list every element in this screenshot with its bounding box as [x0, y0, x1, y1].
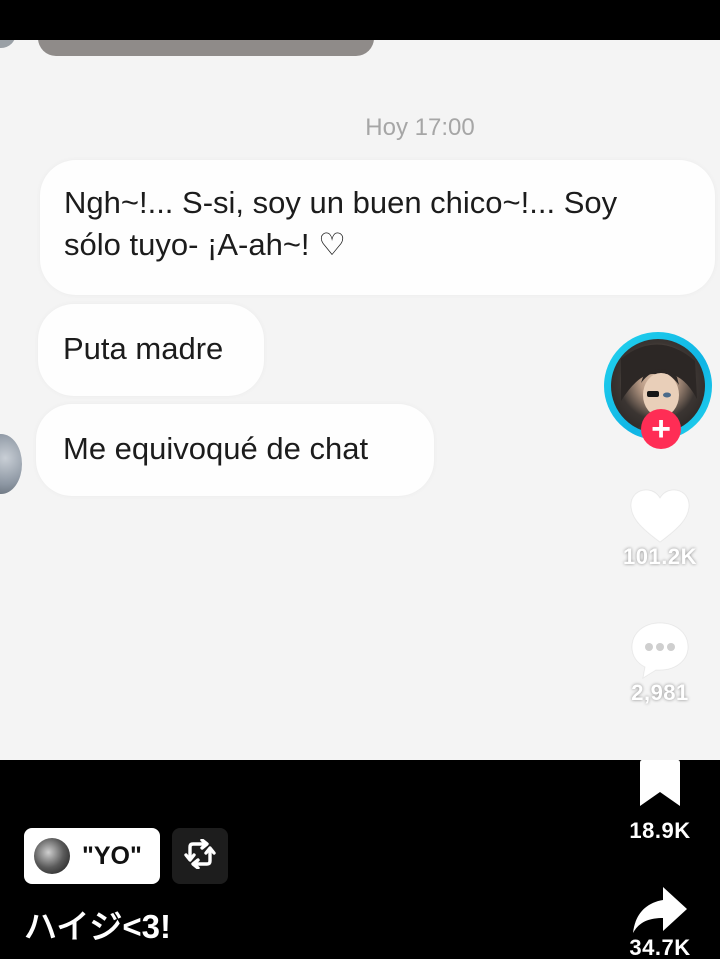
comment-bubble-icon[interactable]: [616, 620, 704, 680]
chat-message-1-line-2: sólo tuyo- ¡A-ah~! ♡: [64, 227, 346, 262]
share-arrow-icon[interactable]: [616, 885, 704, 935]
heart-icon[interactable]: [616, 488, 704, 544]
save-count: 18.9K: [629, 818, 691, 843]
share-action[interactable]: 34.7K: [616, 885, 704, 959]
previous-message-avatar: [0, 40, 16, 48]
comment-action[interactable]: 2,981: [616, 620, 704, 706]
like-count: 101.2K: [623, 544, 697, 569]
repost-icon: [184, 837, 216, 874]
save-action[interactable]: 18.9K: [614, 760, 706, 844]
creator-avatar[interactable]: +: [604, 332, 712, 449]
sound-tag[interactable]: "YO": [24, 828, 160, 884]
video-caption: ハイジ<3!: [24, 908, 171, 945]
sound-thumbnail: [34, 838, 70, 874]
previous-message-bubble: [38, 40, 374, 56]
chat-message-3: Me equivoqué de chat: [36, 404, 434, 496]
follow-button[interactable]: +: [641, 409, 681, 449]
like-action[interactable]: 101.2K: [616, 488, 704, 570]
repost-button[interactable]: [172, 828, 228, 884]
chat-message-2: Puta madre: [38, 304, 264, 396]
tiktok-video-screen: Hoy 17:00 Ngh~!... S-si, soy un buen chi…: [0, 0, 720, 959]
comment-count: 2,981: [631, 680, 689, 705]
sound-label: "YO": [82, 841, 142, 870]
chat-message-1: Ngh~!... S-si, soy un buen chico~!... So…: [40, 160, 715, 295]
chat-message-1-line-1: Ngh~!... S-si, soy un buen chico~!... So…: [64, 185, 618, 220]
chat-contact-avatar: [0, 434, 22, 494]
bookmark-icon[interactable]: [614, 760, 706, 808]
chat-timestamp: Hoy 17:00: [365, 114, 475, 141]
share-count: 34.7K: [629, 935, 691, 959]
